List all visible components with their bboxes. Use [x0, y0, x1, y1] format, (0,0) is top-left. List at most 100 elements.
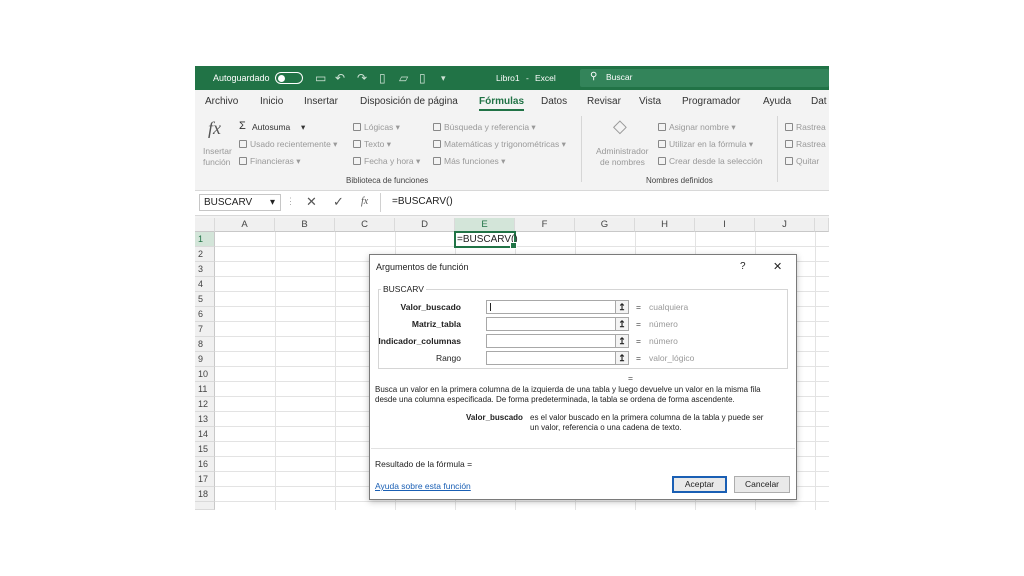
row-header[interactable]: 11	[195, 382, 215, 397]
remove-arrows-button[interactable]: Quitar	[785, 156, 819, 166]
column-header[interactable]: I	[695, 218, 755, 232]
create-from-selection-button[interactable]: Crear desde la selección	[658, 156, 763, 166]
column-header[interactable]: G	[575, 218, 635, 232]
lookup-button[interactable]: Búsqueda y referencia ▾	[433, 122, 536, 133]
valor-buscado-input[interactable]	[486, 300, 616, 314]
row-header[interactable]: 9	[195, 352, 215, 367]
recent-button[interactable]: Usado recientemente ▾	[239, 139, 337, 150]
enter-icon[interactable]: ✓	[333, 194, 344, 210]
column-header-cut[interactable]	[815, 218, 829, 232]
tab-vista[interactable]: Vista	[639, 90, 661, 114]
tab-datos-cut[interactable]: Dat	[811, 90, 827, 114]
row-header[interactable]: 4	[195, 277, 215, 292]
row-header[interactable]: 18	[195, 487, 215, 502]
row-header-active[interactable]: 1	[195, 232, 215, 247]
open-icon[interactable]: ▱	[399, 66, 408, 90]
undo-icon[interactable]: ↶	[335, 66, 345, 90]
select-all-corner[interactable]	[195, 218, 215, 232]
autosum-icon[interactable]: Σ	[239, 120, 246, 132]
help-button[interactable]: ?	[740, 261, 746, 272]
fill-handle[interactable]	[510, 242, 517, 249]
matriz-tabla-input[interactable]	[486, 317, 616, 331]
rango-input[interactable]	[486, 351, 616, 365]
tab-datos[interactable]: Datos	[541, 90, 567, 114]
column-header[interactable]: H	[635, 218, 695, 232]
math-button[interactable]: Matemáticas y trigonométricas ▾	[433, 139, 566, 150]
autosum-button[interactable]: Autosuma	[252, 122, 290, 132]
column-header[interactable]: B	[275, 218, 335, 232]
row-header[interactable]: 10	[195, 367, 215, 382]
trace-dependents-button[interactable]: Rastrea	[785, 139, 826, 149]
save-icon[interactable]: ▭	[315, 66, 326, 90]
insert-function-line2[interactable]: función	[203, 157, 230, 167]
customize-qat-icon[interactable]: ▾	[441, 66, 446, 90]
tab-revisar[interactable]: Revisar	[587, 90, 621, 114]
column-header[interactable]: A	[215, 218, 275, 232]
row-header[interactable]: 7	[195, 322, 215, 337]
column-header-active[interactable]: E	[455, 218, 515, 232]
tab-inicio[interactable]: Inicio	[260, 90, 283, 114]
collapse-dialog-button[interactable]: ↥	[615, 317, 629, 331]
name-box[interactable]: BUSCARV ▾	[199, 194, 281, 211]
more-functions-button[interactable]: Más funciones ▾	[433, 156, 505, 167]
active-cell-value: =BUSCARV()	[457, 234, 518, 245]
assign-name-button[interactable]: Asignar nombre ▾	[658, 122, 736, 133]
row-header[interactable]: 2	[195, 247, 215, 262]
name-manager-icon[interactable]: ◇	[613, 116, 627, 137]
cancel-icon[interactable]: ✕	[306, 194, 317, 210]
drag-handle-icon[interactable]: ⋮	[286, 196, 295, 207]
page-icon[interactable]: ▯	[419, 66, 426, 90]
column-header[interactable]: C	[335, 218, 395, 232]
financial-button[interactable]: Financieras ▾	[239, 156, 301, 167]
tab-insertar[interactable]: Insertar	[304, 90, 338, 114]
autosave-toggle[interactable]	[275, 72, 303, 84]
row-header[interactable]: 5	[195, 292, 215, 307]
help-link[interactable]: Ayuda sobre esta función	[375, 481, 471, 491]
redo-icon[interactable]: ↷	[357, 66, 367, 90]
row-header[interactable]: 17	[195, 472, 215, 487]
name-box-dropdown-icon[interactable]: ▾	[270, 195, 275, 210]
formula-input[interactable]: =BUSCARV()	[392, 196, 453, 207]
tab-programador[interactable]: Programador	[682, 90, 740, 114]
close-icon[interactable]: ✕	[773, 260, 782, 273]
function-description-line1: Busca un valor en la primera columna de …	[375, 385, 761, 394]
column-header[interactable]: J	[755, 218, 815, 232]
insert-function-icon[interactable]: fx	[208, 118, 221, 139]
tab-disposicion[interactable]: Disposición de página	[360, 90, 458, 114]
collapse-dialog-button[interactable]: ↥	[615, 300, 629, 314]
logical-button[interactable]: Lógicas ▾	[353, 122, 400, 133]
tab-formulas[interactable]: Fórmulas	[479, 90, 525, 114]
insert-function-line1[interactable]: Insertar	[203, 146, 232, 156]
new-file-icon[interactable]: ▯	[379, 66, 386, 90]
row-header[interactable]: 14	[195, 427, 215, 442]
ok-button[interactable]: Aceptar	[672, 476, 727, 493]
row-header[interactable]: 13	[195, 412, 215, 427]
remove-arrows-label: Quitar	[796, 156, 820, 166]
row-header[interactable]: 8	[195, 337, 215, 352]
autosum-dropdown-icon[interactable]: ▾	[301, 122, 305, 133]
row-header[interactable]: 15	[195, 442, 215, 457]
collapse-dialog-button[interactable]: ↥	[615, 334, 629, 348]
row-header[interactable]: 3	[195, 262, 215, 277]
arg-type: cualquiera	[649, 302, 689, 312]
row-header[interactable]: 6	[195, 307, 215, 322]
tab-archivo[interactable]: Archivo	[205, 90, 238, 114]
column-header[interactable]: D	[395, 218, 455, 232]
cancel-button[interactable]: Cancelar	[734, 476, 790, 493]
row-header[interactable]: 12	[195, 397, 215, 412]
collapse-dialog-button[interactable]: ↥	[615, 351, 629, 365]
indicador-columnas-input[interactable]	[486, 334, 616, 348]
name-manager-line2[interactable]: de nombres	[600, 157, 645, 167]
trace-precedents-button[interactable]: Rastrea	[785, 122, 826, 132]
fx-icon[interactable]: fx	[361, 196, 368, 207]
name-manager-line1[interactable]: Administrador	[596, 146, 648, 156]
datetime-button[interactable]: Fecha y hora ▾	[353, 156, 420, 167]
use-in-formula-button[interactable]: Utilizar en la fórmula ▾	[658, 139, 753, 150]
row-header[interactable]: 16	[195, 457, 215, 472]
text-button[interactable]: Texto ▾	[353, 139, 391, 150]
active-cell-e1[interactable]: =BUSCARV()	[454, 231, 518, 249]
search-box[interactable]: ⚲ Buscar	[580, 69, 829, 87]
tab-ayuda[interactable]: Ayuda	[763, 90, 791, 114]
column-header[interactable]: F	[515, 218, 575, 232]
row-header-cut[interactable]	[195, 502, 215, 510]
